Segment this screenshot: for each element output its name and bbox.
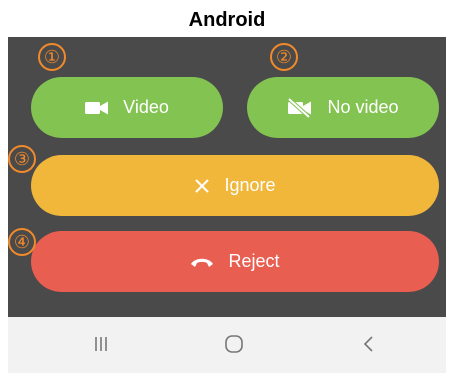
callout-badge-2: ② — [270, 43, 298, 71]
video-button-label: Video — [123, 97, 169, 117]
video-button[interactable]: Video — [31, 77, 223, 138]
reject-button[interactable]: Reject — [31, 231, 439, 292]
videocam-icon — [85, 100, 109, 116]
page-title: Android — [188, 9, 266, 31]
call-end-icon — [190, 256, 214, 268]
recents-icon — [94, 336, 108, 357]
recents-button[interactable] — [89, 334, 113, 358]
no-video-button-label: No video — [327, 97, 399, 117]
back-icon — [362, 335, 374, 358]
ignore-button[interactable]: Ignore — [31, 155, 439, 216]
videocam-off-icon — [287, 97, 313, 118]
callout-badge-3: ③ — [8, 145, 36, 173]
reject-button-label: Reject — [228, 251, 280, 271]
ignore-button-label: Ignore — [224, 175, 276, 195]
callout-badge-4: ④ — [8, 228, 36, 256]
no-video-button[interactable]: No video — [247, 77, 439, 138]
back-button[interactable] — [356, 334, 380, 358]
close-icon — [194, 178, 210, 194]
home-icon — [224, 334, 244, 359]
home-button[interactable] — [222, 334, 246, 358]
callout-badge-1: ① — [38, 43, 66, 71]
